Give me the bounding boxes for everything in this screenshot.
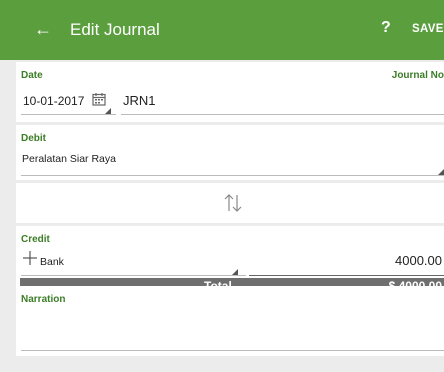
page-title: Edit Journal <box>70 20 160 39</box>
back-arrow-icon[interactable]: ← <box>34 19 52 40</box>
app-bar: ← Edit Journal ? SAVE <box>0 0 444 60</box>
credit-dropdown-indicator <box>232 269 238 275</box>
date-field-underline <box>21 114 116 115</box>
date-field[interactable]: 10-01-2017 <box>23 94 84 108</box>
date-label: Date <box>21 70 43 81</box>
credit-account-underline <box>21 275 246 276</box>
debit-underline <box>21 175 444 176</box>
help-button[interactable]: ? <box>381 19 391 37</box>
narration-card: Narration <box>16 286 444 356</box>
journal-no-field[interactable]: JRN1 <box>123 93 156 108</box>
date-journal-card: Date Journal No 10-01-2017 JRN1 <box>16 62 444 122</box>
calendar-icon[interactable] <box>92 92 106 111</box>
narration-underline <box>21 350 444 351</box>
swap-card <box>16 183 444 223</box>
credit-label: Credit <box>21 234 50 245</box>
debit-label: Debit <box>21 133 46 144</box>
journal-no-underline <box>121 114 444 115</box>
save-button[interactable]: SAVE <box>412 23 444 35</box>
credit-amount-field[interactable]: 4000.00 <box>395 253 442 268</box>
debit-card: Debit Peralatan Siar Raya <box>16 125 444 180</box>
add-icon[interactable] <box>22 250 38 271</box>
credit-account-field[interactable]: Bank <box>40 256 64 268</box>
journal-no-label: Journal No <box>391 70 444 81</box>
narration-label: Narration <box>21 294 66 305</box>
swap-vertical-icon[interactable] <box>222 192 244 219</box>
credit-amount-underline <box>249 275 444 276</box>
debit-dropdown-indicator <box>438 169 444 175</box>
debit-account-field[interactable]: Peralatan Siar Raya <box>22 153 116 165</box>
